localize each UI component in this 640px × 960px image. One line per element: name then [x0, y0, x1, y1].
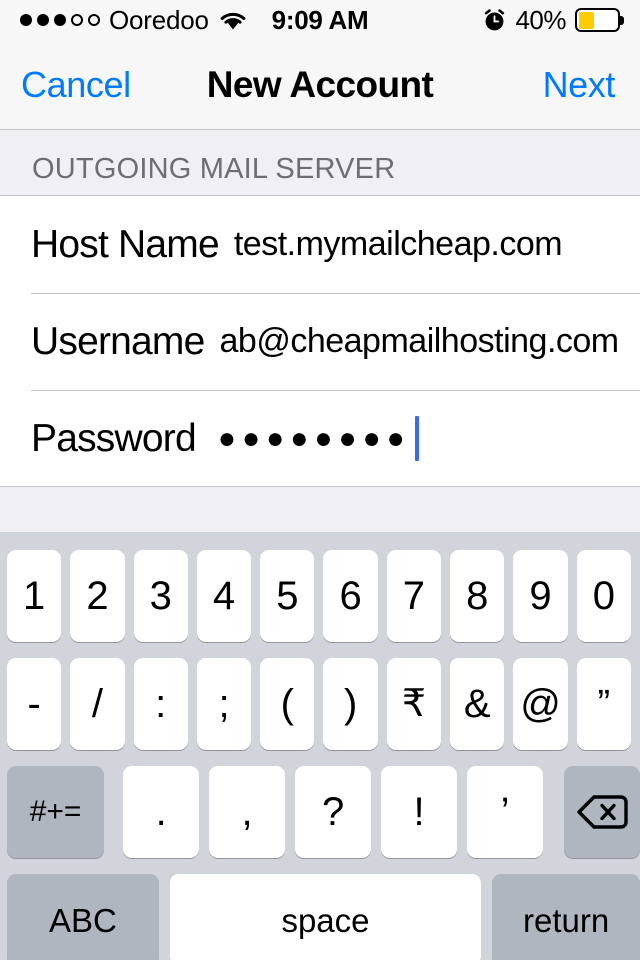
status-bar-right: 40%: [483, 5, 624, 36]
key-exclamation-mark[interactable]: !: [381, 766, 458, 858]
key-3[interactable]: 3: [133, 550, 188, 642]
key-return[interactable]: return: [492, 874, 640, 960]
on-screen-keyboard: 1 2 3 4 5 6 7 8 9 0 - / : ; ( ) ₹ & @ ” …: [0, 532, 640, 960]
key-ampersand[interactable]: &: [450, 658, 505, 750]
key-8[interactable]: 8: [450, 550, 505, 642]
password-masked-value: ●●●●●●●●: [217, 421, 411, 455]
key-period[interactable]: .: [123, 766, 200, 858]
keyboard-row-bottom: ABC space return: [0, 874, 640, 960]
key-1[interactable]: 1: [7, 550, 62, 642]
navigation-bar: Cancel New Account Next: [0, 40, 640, 130]
host-name-label: Host Name: [31, 222, 220, 266]
battery-icon: [575, 8, 624, 32]
key-colon[interactable]: :: [133, 658, 188, 750]
host-name-input[interactable]: test.mymailcheap.com: [234, 225, 563, 264]
key-left-paren[interactable]: (: [260, 658, 315, 750]
key-symbols-shift[interactable]: #+=: [7, 766, 105, 858]
backspace-delete-icon-glyph: [576, 793, 628, 831]
backspace-delete-icon[interactable]: [564, 766, 640, 858]
battery-percentage: 40%: [515, 4, 566, 35]
key-at-sign[interactable]: @: [513, 658, 568, 750]
key-double-quote[interactable]: ”: [576, 658, 631, 750]
username-input[interactable]: ab@cheapmailhosting.com: [220, 322, 620, 361]
keyboard-row-numbers: 1 2 3 4 5 6 7 8 9 0: [0, 550, 640, 642]
text-cursor: [414, 416, 419, 461]
key-rupee-sign[interactable]: ₹: [386, 658, 442, 750]
table-row-password[interactable]: Password ●●●●●●●●: [0, 390, 640, 487]
content-gap: [0, 488, 640, 532]
key-right-paren[interactable]: ): [323, 658, 378, 750]
status-bar: Ooredoo 9:09 AM 40%: [0, 0, 640, 40]
form-table: Host Name test.mymailcheap.com Username …: [0, 195, 640, 487]
table-row-username[interactable]: Username ab@cheapmailhosting.com: [0, 293, 640, 390]
username-label: Username: [31, 319, 205, 363]
key-slash[interactable]: /: [70, 658, 125, 750]
next-button[interactable]: Next: [543, 64, 616, 106]
section-header-outgoing-mail-server: OUTGOING MAIL SERVER: [0, 131, 640, 195]
key-abc-switch[interactable]: ABC: [7, 874, 159, 960]
key-space[interactable]: space: [169, 874, 482, 960]
alarm-clock-icon: [483, 8, 506, 32]
keyboard-row-symbols: - / : ; ( ) ₹ & @ ”: [0, 658, 640, 750]
key-7[interactable]: 7: [386, 550, 442, 642]
key-6[interactable]: 6: [323, 550, 378, 642]
key-hyphen[interactable]: -: [7, 658, 62, 750]
key-5[interactable]: 5: [260, 550, 315, 642]
keyboard-row-punctuation: #+= . , ? ! ’: [0, 766, 640, 858]
key-2[interactable]: 2: [70, 550, 125, 642]
key-4[interactable]: 4: [196, 550, 252, 642]
key-question-mark[interactable]: ?: [295, 766, 372, 858]
key-apostrophe[interactable]: ’: [467, 766, 544, 858]
iphone-screen: Ooredoo 9:09 AM 40% Cancel New Account N…: [0, 0, 640, 960]
key-semicolon[interactable]: ;: [196, 658, 252, 750]
password-input[interactable]: ●●●●●●●●: [218, 416, 419, 461]
table-row-host-name[interactable]: Host Name test.mymailcheap.com: [0, 196, 640, 293]
key-0[interactable]: 0: [576, 550, 631, 642]
key-comma[interactable]: ,: [209, 766, 286, 858]
key-9[interactable]: 9: [513, 550, 568, 642]
password-label: Password: [31, 416, 197, 460]
